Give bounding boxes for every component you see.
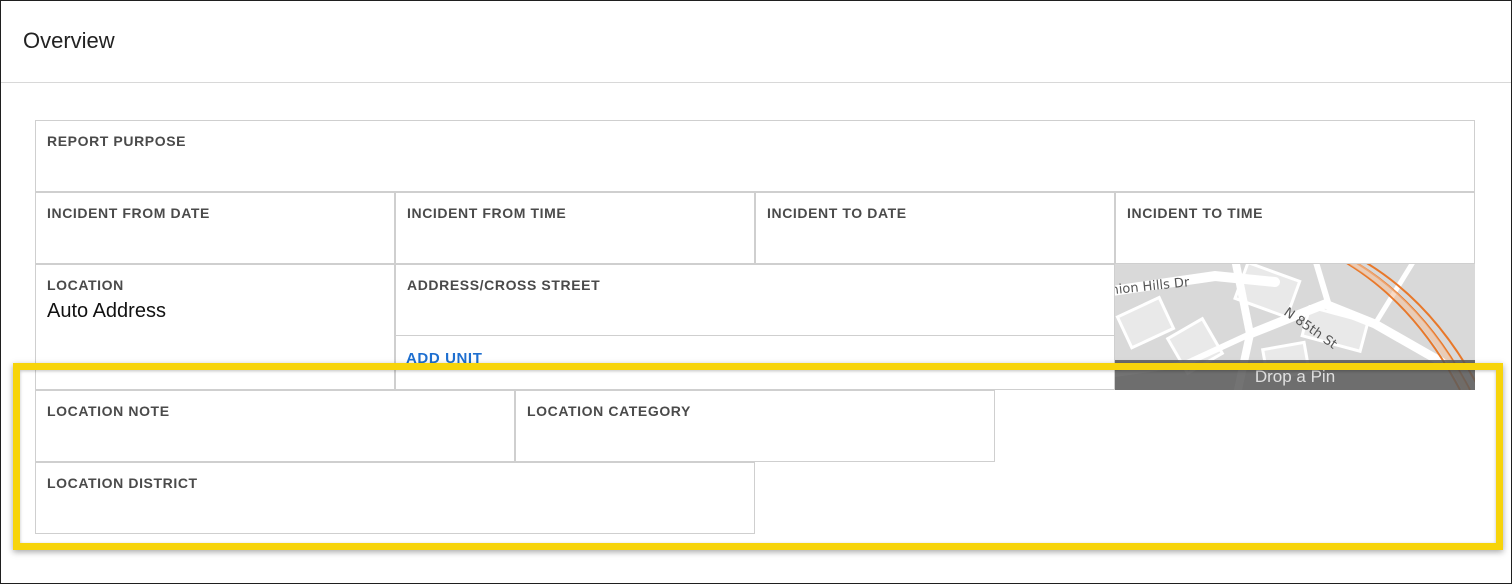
location-map[interactable]: nion Hills Dr N 85th St Drop a Pin — [1115, 264, 1475, 390]
incident-to-time-label: INCIDENT TO TIME — [1127, 205, 1264, 221]
incident-from-time-field[interactable]: INCIDENT FROM TIME — [395, 192, 755, 264]
report-purpose-field[interactable]: REPORT PURPOSE — [35, 120, 1475, 192]
address-cross-street-field[interactable]: ADDRESS/CROSS STREET — [395, 264, 1115, 336]
report-purpose-label: REPORT PURPOSE — [47, 133, 187, 149]
location-category-label: LOCATION CATEGORY — [527, 403, 691, 419]
panel-header: Overview — [1, 1, 1511, 83]
page-title: Overview — [23, 28, 115, 53]
location-field[interactable]: LOCATION Auto Address — [35, 264, 395, 390]
location-value: Auto Address — [47, 300, 166, 322]
location-note-field[interactable]: LOCATION NOTE — [35, 390, 515, 462]
location-district-label: LOCATION DISTRICT — [47, 475, 198, 491]
location-district-field[interactable]: LOCATION DISTRICT — [35, 462, 755, 534]
location-category-field[interactable]: LOCATION CATEGORY — [515, 390, 995, 462]
drop-pin-label[interactable]: Drop a Pin — [1255, 367, 1335, 386]
location-note-label: LOCATION NOTE — [47, 403, 170, 419]
incident-from-date-label: INCIDENT FROM DATE — [47, 205, 210, 221]
incident-to-date-label: INCIDENT TO DATE — [767, 205, 907, 221]
address-cross-street-label: ADDRESS/CROSS STREET — [407, 277, 601, 293]
incident-to-time-field[interactable]: INCIDENT TO TIME — [1115, 192, 1475, 264]
location-label: LOCATION — [47, 277, 124, 293]
incident-from-date-field[interactable]: INCIDENT FROM DATE — [35, 192, 395, 264]
add-unit-area — [395, 336, 1115, 390]
incident-to-date-field[interactable]: INCIDENT TO DATE — [755, 192, 1115, 264]
incident-from-time-label: INCIDENT FROM TIME — [407, 205, 567, 221]
add-unit-link[interactable]: ADD UNIT — [406, 350, 482, 367]
